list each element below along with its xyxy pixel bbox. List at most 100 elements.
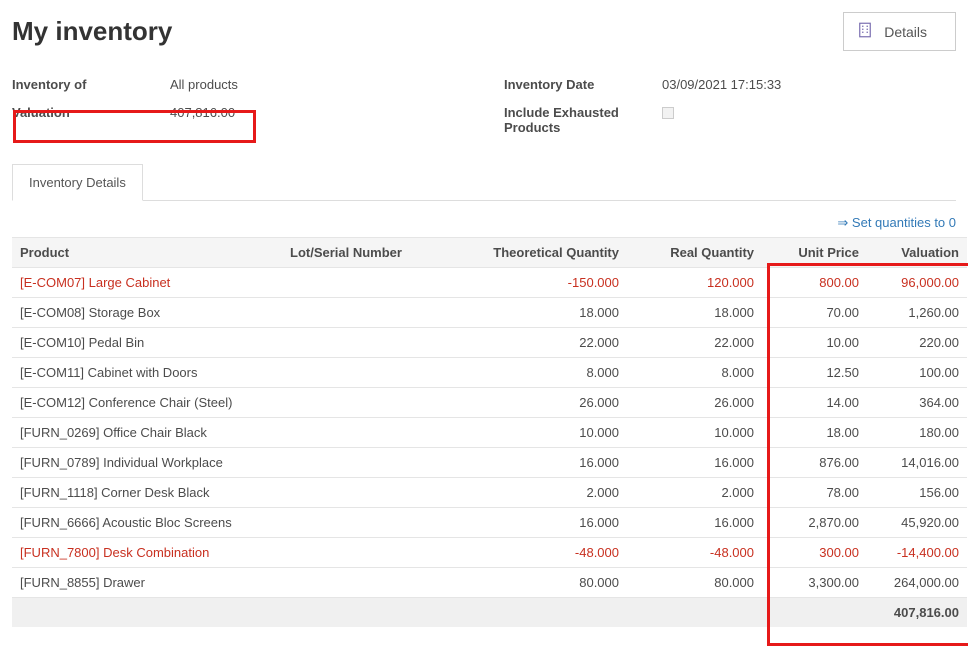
cell-lot bbox=[282, 568, 447, 598]
cell-real-qty: -48.000 bbox=[627, 538, 762, 568]
cell-theoretical-qty: 16.000 bbox=[447, 508, 627, 538]
cell-unit-price: 800.00 bbox=[762, 268, 867, 298]
cell-unit-price: 300.00 bbox=[762, 538, 867, 568]
label-inventory-of: Inventory of bbox=[12, 75, 170, 92]
cell-valuation: 364.00 bbox=[867, 388, 967, 418]
cell-product: [FURN_6666] Acoustic Bloc Screens bbox=[12, 508, 282, 538]
footer-total: 407,816.00 bbox=[12, 598, 967, 628]
label-include-exhausted: Include Exhausted Products bbox=[504, 103, 662, 135]
cell-product: [E-COM10] Pedal Bin bbox=[12, 328, 282, 358]
form-right-column: Inventory Date 03/09/2021 17:15:33 Inclu… bbox=[504, 75, 956, 135]
cell-real-qty: 80.000 bbox=[627, 568, 762, 598]
cell-real-qty: 120.000 bbox=[627, 268, 762, 298]
label-valuation: Valuation bbox=[12, 103, 170, 120]
cell-valuation: 1,260.00 bbox=[867, 298, 967, 328]
cell-lot bbox=[282, 538, 447, 568]
inventory-table: Product Lot/Serial Number Theoretical Qu… bbox=[12, 237, 967, 627]
th-unit-price[interactable]: Unit Price bbox=[762, 238, 867, 268]
cell-product: [FURN_7800] Desk Combination bbox=[12, 538, 282, 568]
table-row[interactable]: [FURN_6666] Acoustic Bloc Screens 16.0001… bbox=[12, 508, 967, 538]
tab-bar: Inventory Details bbox=[12, 163, 956, 201]
table-row[interactable]: [E-COM07] Large Cabinet -150.000120.00080… bbox=[12, 268, 967, 298]
cell-valuation: 14,016.00 bbox=[867, 448, 967, 478]
cell-lot bbox=[282, 478, 447, 508]
table-row[interactable]: [FURN_7800] Desk Combination -48.000-48.0… bbox=[12, 538, 967, 568]
cell-lot bbox=[282, 328, 447, 358]
cell-unit-price: 12.50 bbox=[762, 358, 867, 388]
table-row[interactable]: [FURN_8855] Drawer80.00080.0003,300.0026… bbox=[12, 568, 967, 598]
details-button[interactable]: Details bbox=[843, 12, 956, 51]
cell-lot bbox=[282, 508, 447, 538]
table-row[interactable]: [FURN_0789] Individual Workplace 16.00016… bbox=[12, 448, 967, 478]
checkbox-include-exhausted[interactable] bbox=[662, 107, 674, 119]
cell-unit-price: 18.00 bbox=[762, 418, 867, 448]
cell-product: [FURN_0269] Office Chair Black bbox=[12, 418, 282, 448]
cell-theoretical-qty: 2.000 bbox=[447, 478, 627, 508]
table-row[interactable]: [E-COM08] Storage Box18.00018.00070.001,… bbox=[12, 298, 967, 328]
cell-theoretical-qty: 80.000 bbox=[447, 568, 627, 598]
cell-real-qty: 10.000 bbox=[627, 418, 762, 448]
cell-real-qty: 2.000 bbox=[627, 478, 762, 508]
cell-lot bbox=[282, 448, 447, 478]
cell-valuation: 100.00 bbox=[867, 358, 967, 388]
table-row[interactable]: [FURN_0269] Office Chair Black 10.00010.0… bbox=[12, 418, 967, 448]
label-inventory-date: Inventory Date bbox=[504, 75, 662, 92]
tab-inventory-details[interactable]: Inventory Details bbox=[12, 164, 143, 201]
cell-lot bbox=[282, 268, 447, 298]
cell-theoretical-qty: 18.000 bbox=[447, 298, 627, 328]
cell-product: [E-COM07] Large Cabinet bbox=[12, 268, 282, 298]
th-lot[interactable]: Lot/Serial Number bbox=[282, 238, 447, 268]
cell-valuation: 45,920.00 bbox=[867, 508, 967, 538]
th-valuation[interactable]: Valuation bbox=[867, 238, 967, 268]
cell-unit-price: 70.00 bbox=[762, 298, 867, 328]
cell-product: [FURN_8855] Drawer bbox=[12, 568, 282, 598]
th-theoretical-qty[interactable]: Theoretical Quantity bbox=[447, 238, 627, 268]
table-row[interactable]: [E-COM10] Pedal Bin22.00022.00010.00220.… bbox=[12, 328, 967, 358]
cell-unit-price: 78.00 bbox=[762, 478, 867, 508]
th-real-qty[interactable]: Real Quantity bbox=[627, 238, 762, 268]
cell-real-qty: 22.000 bbox=[627, 328, 762, 358]
cell-theoretical-qty: 10.000 bbox=[447, 418, 627, 448]
cell-real-qty: 16.000 bbox=[627, 508, 762, 538]
cell-theoretical-qty: 26.000 bbox=[447, 388, 627, 418]
cell-real-qty: 18.000 bbox=[627, 298, 762, 328]
cell-real-qty: 26.000 bbox=[627, 388, 762, 418]
cell-product: [FURN_0789] Individual Workplace bbox=[12, 448, 282, 478]
cell-theoretical-qty: -150.000 bbox=[447, 268, 627, 298]
cell-lot bbox=[282, 418, 447, 448]
cell-valuation: 96,000.00 bbox=[867, 268, 967, 298]
set-quantities-zero-link[interactable]: ⇒ Set quantities to 0 bbox=[837, 215, 956, 230]
value-valuation: 407,816.00 bbox=[170, 103, 464, 120]
cell-theoretical-qty: 22.000 bbox=[447, 328, 627, 358]
cell-real-qty: 16.000 bbox=[627, 448, 762, 478]
cell-theoretical-qty: 8.000 bbox=[447, 358, 627, 388]
page-title: My inventory bbox=[12, 16, 172, 47]
cell-unit-price: 10.00 bbox=[762, 328, 867, 358]
table-row[interactable]: [E-COM12] Conference Chair (Steel) 26.000… bbox=[12, 388, 967, 418]
cell-valuation: 220.00 bbox=[867, 328, 967, 358]
cell-unit-price: 14.00 bbox=[762, 388, 867, 418]
cell-product: [E-COM08] Storage Box bbox=[12, 298, 282, 328]
details-button-label: Details bbox=[884, 24, 927, 40]
cell-unit-price: 876.00 bbox=[762, 448, 867, 478]
table-row[interactable]: [FURN_1118] Corner Desk Black2.0002.0007… bbox=[12, 478, 967, 508]
cell-product: [E-COM12] Conference Chair (Steel) bbox=[12, 388, 282, 418]
cell-lot bbox=[282, 298, 447, 328]
form-left-column: Inventory of All products Valuation 407,… bbox=[12, 75, 464, 135]
cell-valuation: 264,000.00 bbox=[867, 568, 967, 598]
cell-unit-price: 2,870.00 bbox=[762, 508, 867, 538]
cell-lot bbox=[282, 358, 447, 388]
building-icon bbox=[856, 21, 874, 42]
cell-real-qty: 8.000 bbox=[627, 358, 762, 388]
cell-theoretical-qty: 16.000 bbox=[447, 448, 627, 478]
cell-product: [E-COM11] Cabinet with Doors bbox=[12, 358, 282, 388]
value-inventory-of: All products bbox=[170, 75, 464, 92]
cell-theoretical-qty: -48.000 bbox=[447, 538, 627, 568]
table-row[interactable]: [E-COM11] Cabinet with Doors8.0008.00012… bbox=[12, 358, 967, 388]
value-inventory-date: 03/09/2021 17:15:33 bbox=[662, 75, 956, 92]
cell-unit-price: 3,300.00 bbox=[762, 568, 867, 598]
cell-valuation: 180.00 bbox=[867, 418, 967, 448]
th-product[interactable]: Product bbox=[12, 238, 282, 268]
cell-valuation: 156.00 bbox=[867, 478, 967, 508]
cell-lot bbox=[282, 388, 447, 418]
